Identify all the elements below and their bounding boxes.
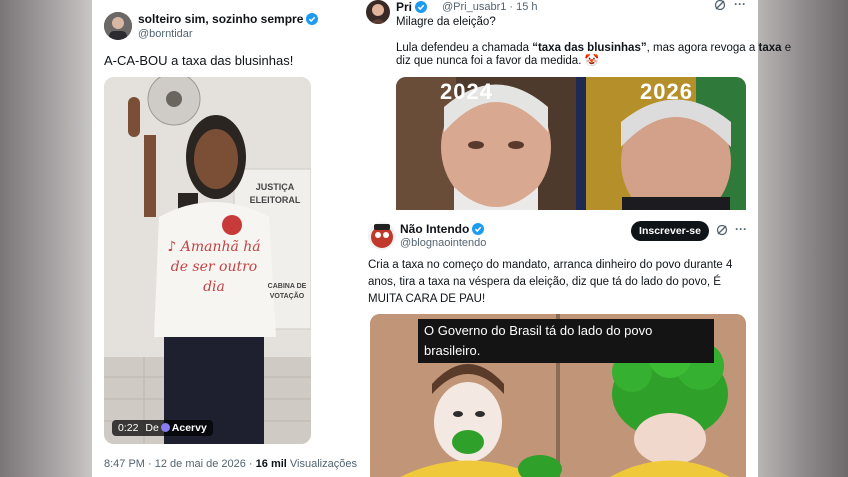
views-label: Visualizações xyxy=(289,458,357,470)
video-duration: 0:22 xyxy=(118,422,139,434)
quoted-tweet[interactable]: Não Intendo @blognaointendo Inscrever-se… xyxy=(358,210,758,477)
source-logo-icon xyxy=(160,423,170,432)
author-handle[interactable]: @borntidar xyxy=(138,28,193,40)
tweet-timestamp[interactable]: 8:47 PM · 12 de mai de 2026 · xyxy=(104,458,253,470)
verified-badge-icon xyxy=(415,1,428,13)
tweet-text: Cria a taxa no começo do mandato, arranc… xyxy=(368,259,733,305)
tweet-image-meme[interactable]: O Governo do Brasil tá do lado do povo b… xyxy=(370,314,746,477)
author-handle[interactable]: @blognaointendo xyxy=(400,237,486,249)
verified-badge-icon xyxy=(472,223,485,235)
tweet-text: A-CA-BOU a taxa das blusinhas! xyxy=(104,53,294,68)
verified-badge-icon xyxy=(306,13,319,25)
avatar[interactable] xyxy=(366,0,390,24)
shirt-print: ♪ Amanhã há de ser outro dia xyxy=(167,239,261,295)
avatar[interactable] xyxy=(368,222,396,250)
more-options-icon[interactable]: ··· xyxy=(735,222,747,236)
meme-caption: O Governo do Brasil tá do lado do povo b… xyxy=(418,319,714,363)
tweet-card-left: solteiro sim, sozinho sempre @borntidar … xyxy=(92,0,358,477)
views-count: 16 mil xyxy=(255,458,287,470)
tweet-meta: 8:47 PM · 12 de mai de 2026 · 16 mil Vis… xyxy=(104,458,357,470)
more-options-icon[interactable]: ··· xyxy=(734,0,746,11)
meme-caption-line1: O Governo do Brasil tá do lado do povo xyxy=(424,323,653,338)
video-badge: 0:22 De Acervy xyxy=(112,420,213,436)
tweet-video[interactable]: ♪ Amanhã há de ser outro dia JUSTIÇA ELE… xyxy=(104,77,311,444)
booth-sign-2: CABINA DE VOTAÇÃO xyxy=(267,283,307,300)
avatar[interactable] xyxy=(104,12,132,40)
subscribe-button[interactable]: Inscrever-se xyxy=(631,221,709,241)
background-left xyxy=(0,0,92,477)
author-name[interactable]: Não Intendo xyxy=(400,222,485,236)
author-name[interactable]: Pri xyxy=(396,0,428,14)
author-handle[interactable]: @Pri_usabr1 · 15 h xyxy=(442,1,538,13)
video-source-prefix: De xyxy=(145,422,159,434)
tweet-text-line3: diz que nunca foi a favor da medida. 🤡 xyxy=(396,55,599,67)
tweet-text-line1: Milagre da eleição? xyxy=(396,16,496,28)
meme-caption-line2: brasileiro. xyxy=(424,343,481,358)
image-label-2026: 2026 xyxy=(640,79,693,104)
grok-icon[interactable] xyxy=(716,224,728,239)
background-right xyxy=(758,0,848,477)
tweet-card-right: Pri @Pri_usabr1 · 15 h ··· Milagre da el… xyxy=(358,0,791,477)
grok-icon[interactable] xyxy=(714,0,726,14)
image-label-2024: 2024 xyxy=(440,79,493,104)
video-source[interactable]: Acervy xyxy=(172,422,207,434)
booth-sign: JUSTIÇA ELEITORAL xyxy=(249,182,301,205)
tweet-image-comparison[interactable]: 2024 2026 xyxy=(396,77,746,210)
author-name[interactable]: solteiro sim, sozinho sempre xyxy=(138,12,319,26)
